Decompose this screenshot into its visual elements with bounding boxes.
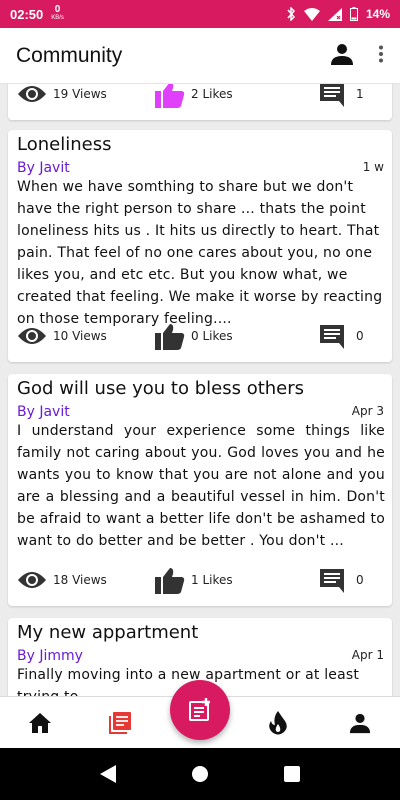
post-title[interactable]: Loneliness xyxy=(17,134,111,155)
nav-trending[interactable] xyxy=(264,709,292,737)
views-stat: 19 Views xyxy=(17,84,107,110)
home-system-button[interactable] xyxy=(188,762,212,786)
comment-icon xyxy=(320,569,344,593)
new-post-button[interactable] xyxy=(170,680,230,740)
thumbs-up-icon xyxy=(155,84,185,108)
status-time: 02:50 xyxy=(10,6,44,22)
home-circle-icon xyxy=(192,766,208,782)
like-button[interactable]: 1 Likes xyxy=(155,564,233,596)
thumbs-up-icon xyxy=(155,324,185,350)
post-time: Apr 1 xyxy=(351,648,384,662)
back-icon xyxy=(100,765,116,783)
library-books-icon xyxy=(109,712,131,734)
comment-button[interactable]: 0 xyxy=(318,320,364,352)
app-bar: Community xyxy=(0,28,400,84)
person-icon xyxy=(349,713,371,734)
comment-button[interactable]: 1 xyxy=(318,84,364,110)
more-vert-icon xyxy=(379,45,383,62)
system-navigation-bar xyxy=(0,748,400,800)
network-speed: 0 KB/s xyxy=(51,4,64,22)
battery-level: 14% xyxy=(365,7,390,21)
post-card[interactable]: Loneliness By Javit 1 w When we have som… xyxy=(8,130,392,362)
fire-icon xyxy=(269,711,287,735)
home-icon xyxy=(29,713,51,733)
comment-button[interactable]: 0 xyxy=(318,564,364,596)
nav-home[interactable] xyxy=(26,709,54,737)
post-title[interactable]: God will use you to bless others xyxy=(17,378,304,399)
eye-icon xyxy=(18,86,46,102)
post-body[interactable]: I understand your experience some things… xyxy=(17,420,385,552)
profile-button[interactable] xyxy=(330,42,354,70)
signal-icon xyxy=(327,7,342,21)
post-title[interactable]: My new appartment xyxy=(17,622,198,643)
status-bar: 02:50 0 KB/s 14% xyxy=(0,0,400,28)
comment-icon xyxy=(320,325,344,349)
post-time: 1 w xyxy=(362,160,384,174)
post-body[interactable]: When we have somthing to share but we do… xyxy=(17,176,385,330)
more-options-button[interactable] xyxy=(378,45,384,67)
post-author[interactable]: By Javit xyxy=(17,404,70,420)
views-stat: 18 Views xyxy=(17,564,107,596)
nav-profile[interactable] xyxy=(346,709,374,737)
back-button[interactable] xyxy=(96,762,120,786)
thumbs-up-icon xyxy=(155,568,185,594)
post-time: Apr 3 xyxy=(351,404,384,418)
wifi-icon xyxy=(303,7,320,21)
new-post-icon xyxy=(189,698,210,721)
battery-icon xyxy=(349,7,358,21)
comment-icon xyxy=(320,84,344,107)
eye-icon xyxy=(18,572,46,588)
page-title: Community xyxy=(16,43,123,67)
eye-icon xyxy=(18,328,46,344)
like-button[interactable]: 0 Likes xyxy=(155,320,233,352)
nav-posts[interactable] xyxy=(106,709,134,737)
recents-button[interactable] xyxy=(280,762,304,786)
person-icon xyxy=(331,43,353,65)
post-card[interactable]: God will use you to bless others By Javi… xyxy=(8,374,392,606)
recents-icon xyxy=(284,766,300,782)
bluetooth-icon xyxy=(286,7,296,21)
views-stat: 10 Views xyxy=(17,320,107,352)
post-feed[interactable]: 19 Views 2 Likes 1 Loneliness By Javit 1… xyxy=(0,84,400,696)
post-author[interactable]: By Javit xyxy=(17,160,70,176)
post-author[interactable]: By Jimmy xyxy=(17,648,83,664)
post-card[interactable]: 19 Views 2 Likes 1 xyxy=(8,84,392,120)
like-button[interactable]: 2 Likes xyxy=(155,84,233,110)
